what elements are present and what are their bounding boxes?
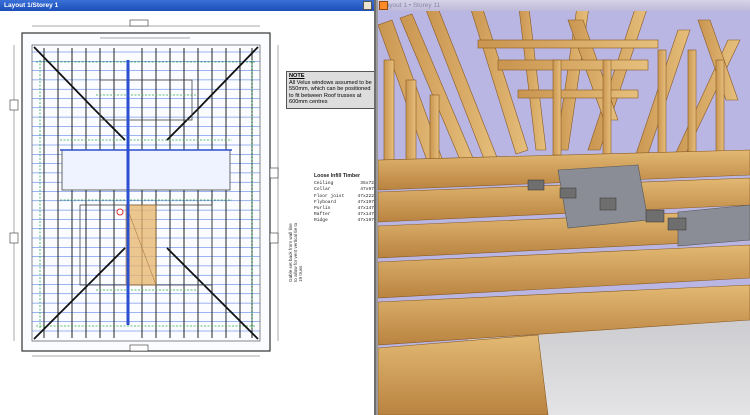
view3d-window-icon[interactable] [379,1,388,10]
opening-marker-bottom [129,344,149,352]
velux-note: NOTE All Velux windows assumed to be 550… [286,71,374,109]
loose-infill-title: Loose Infill Timber [314,173,361,179]
table-row: Ridge 47x197 [314,218,374,224]
timber-3d-view[interactable] [378,0,750,415]
note-heading: NOTE [289,73,305,79]
hatched-area-middle [61,149,231,191]
opening-marker-top [129,19,149,27]
gable-note: Gable set back from wall line to allow f… [288,222,303,282]
opening-marker-right-1 [269,167,279,179]
ridge-marker [116,208,124,216]
plan-window[interactable]: Layout 1/Storey 1 NOTE All Velux windows… [0,0,376,415]
note-text: All Velux windows assumed to be 550mm, w… [289,79,372,106]
opening-marker-right-2 [269,232,279,244]
view3d-window-title[interactable]: Layout 1 • Storey 11 [378,0,750,11]
opening-marker-left-1 [9,99,19,111]
view3d-window[interactable]: Layout 1 • Storey 11 [378,0,750,415]
opening-marker-left-2 [9,232,19,244]
loose-infill-table: Loose Infill Timber Ceiling 35x72 Collar 4… [314,173,374,225]
